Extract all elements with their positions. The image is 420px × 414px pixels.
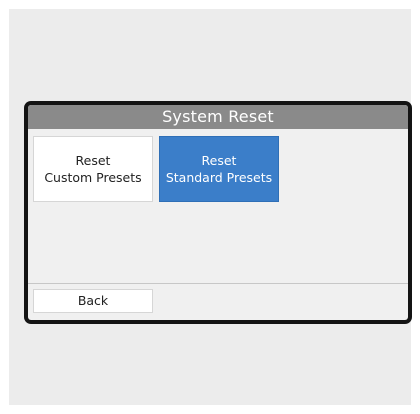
reset-custom-presets-button[interactable]: Reset Custom Presets [33, 136, 153, 202]
reset-custom-presets-label-line2: Custom Presets [44, 170, 142, 185]
footer-divider [28, 283, 408, 284]
reset-standard-presets-label-line1: Reset [201, 153, 237, 168]
reset-custom-presets-label-line1: Reset [75, 153, 111, 168]
device-screen: System Reset Reset Custom Presets Reset … [28, 105, 408, 320]
reset-standard-presets-button[interactable]: Reset Standard Presets [159, 136, 279, 202]
back-button[interactable]: Back [33, 289, 153, 313]
screen-title: System Reset [28, 105, 408, 129]
device-bezel: System Reset Reset Custom Presets Reset … [24, 101, 412, 324]
reset-standard-presets-label-line2: Standard Presets [165, 170, 273, 185]
